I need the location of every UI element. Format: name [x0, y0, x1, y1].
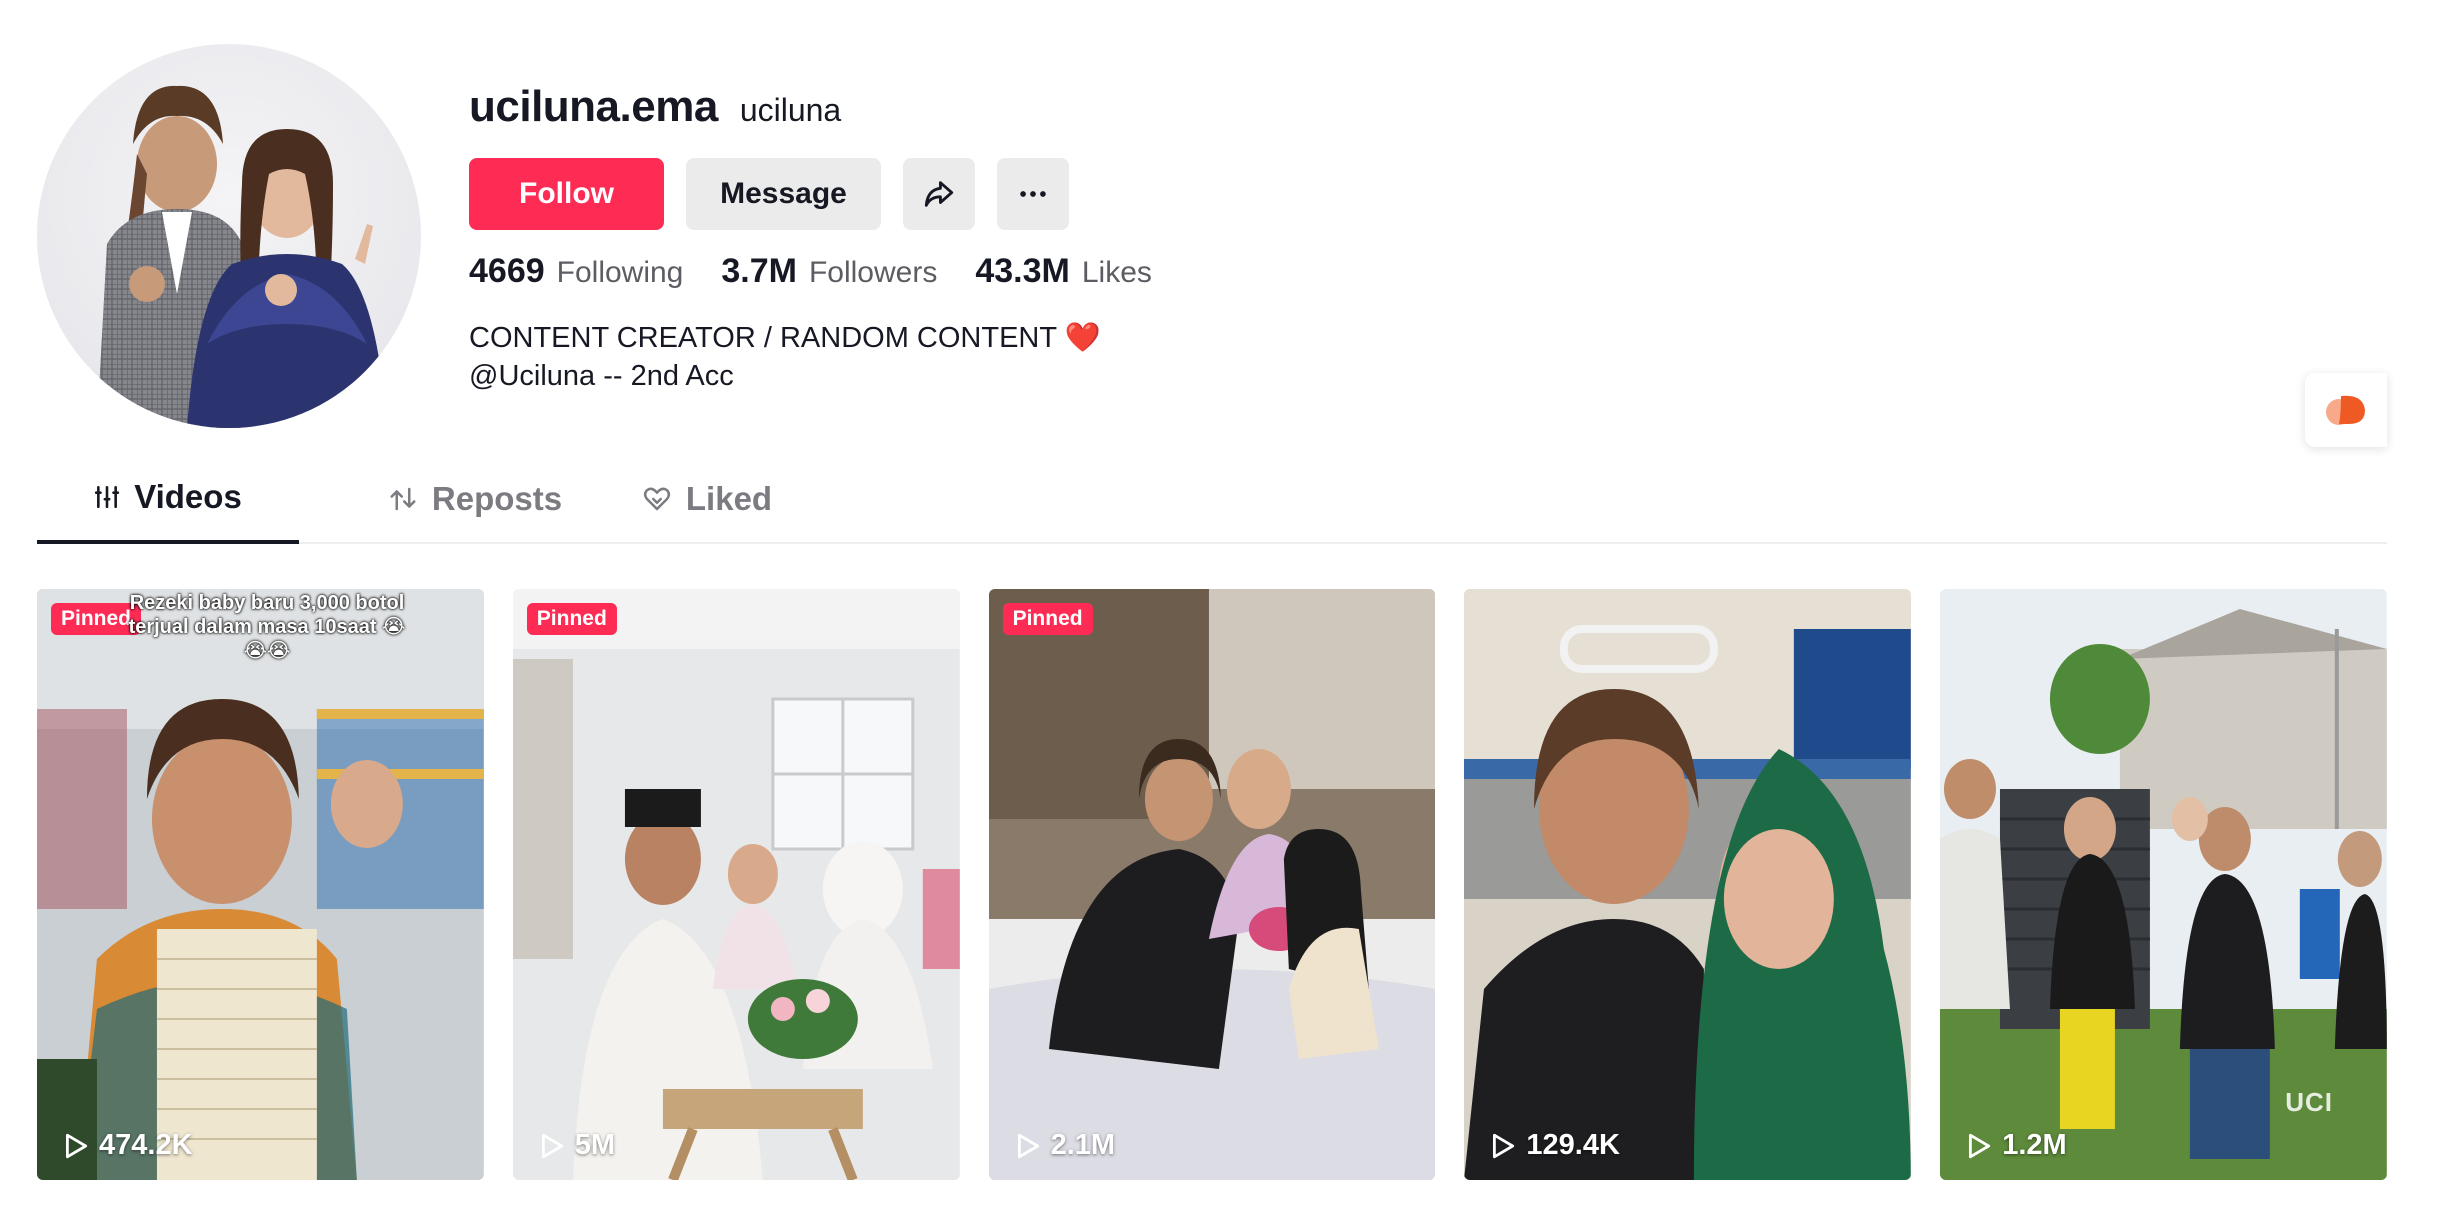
- tab-liked-label: Liked: [685, 480, 773, 517]
- video-card[interactable]: 129.4K: [1464, 589, 1912, 1180]
- view-count: 1.2M: [1966, 1129, 2067, 1162]
- video-caption-overlay: Rezeki baby baru 3,000 botol terjual dal…: [128, 592, 406, 662]
- likes-label: Likes: [1081, 256, 1152, 289]
- profile-actions: Follow Message: [469, 158, 1152, 230]
- video-card[interactable]: UCI 1.2M: [1940, 589, 2387, 1180]
- view-count: 129.4K: [1490, 1129, 1620, 1162]
- video-card[interactable]: Pinned 5M: [512, 589, 960, 1180]
- profile-avatar[interactable]: [37, 44, 421, 428]
- video-thumbnail: [988, 589, 1436, 1180]
- followers-count: 3.7M: [721, 252, 797, 290]
- followers-stat[interactable]: 3.7M Followers: [721, 252, 937, 291]
- play-icon: [1017, 1133, 1039, 1158]
- video-thumbnail: [1464, 589, 1912, 1180]
- share-icon: [924, 181, 954, 207]
- pinned-badge: Pinned: [1002, 603, 1093, 635]
- view-count: 2.1M: [1015, 1129, 1115, 1162]
- tab-liked[interactable]: Liked: [591, 466, 823, 544]
- more-icon: [1020, 191, 1046, 197]
- message-button[interactable]: Message: [686, 158, 881, 230]
- followers-label: Followers: [808, 256, 938, 289]
- profile-nickname: uciluna: [739, 92, 842, 128]
- more-options-button[interactable]: [997, 158, 1069, 230]
- profile-username: uciluna.ema: [469, 82, 718, 131]
- liked-heart-icon: [643, 487, 671, 511]
- play-icon: [1493, 1133, 1515, 1158]
- floating-widget[interactable]: [2305, 373, 2387, 447]
- video-card[interactable]: Pinned Rezeki baby baru 3,000 botol terj…: [37, 589, 484, 1180]
- profile-info: uciluna.ema uciluna Follow Message 4669 …: [469, 44, 1152, 395]
- profile-stats: 4669 Following 3.7M Followers 43.3M Like…: [469, 252, 1152, 291]
- video-card[interactable]: Pinned 2.1M: [988, 589, 1436, 1180]
- follow-button[interactable]: Follow: [469, 158, 664, 230]
- pinned-badge: Pinned: [526, 603, 617, 635]
- bio-line-2: @Uciluna -- 2nd Acc: [469, 360, 734, 392]
- play-icon: [65, 1133, 88, 1158]
- grid-icon: [95, 485, 120, 509]
- view-count-text: 5M: [574, 1129, 616, 1161]
- tab-videos[interactable]: Videos: [37, 466, 299, 544]
- bio-line-1: CONTENT CREATOR / RANDOM CONTENT ❤️: [469, 322, 1101, 354]
- chat-bubble-icon: [2326, 395, 2365, 425]
- likes-stat: 43.3M Likes: [975, 252, 1152, 291]
- video-watermark: UCI: [2285, 1087, 2333, 1117]
- view-count: 474.2K: [63, 1129, 193, 1162]
- share-button[interactable]: [903, 158, 975, 230]
- tab-reposts-label: Reposts: [431, 480, 563, 517]
- play-icon: [1969, 1133, 1991, 1158]
- view-count-text: 129.4K: [1526, 1129, 1620, 1161]
- tab-videos-label: Videos: [134, 478, 242, 515]
- tab-reposts[interactable]: Reposts: [359, 466, 591, 544]
- likes-count: 43.3M: [975, 252, 1070, 290]
- video-thumbnail: [37, 589, 484, 1180]
- video-thumbnail: [512, 589, 960, 1180]
- name-row: uciluna.ema uciluna: [469, 82, 1152, 132]
- view-count-text: 474.2K: [99, 1129, 193, 1161]
- profile-header: uciluna.ema uciluna Follow Message 4669 …: [37, 44, 2387, 447]
- following-count: 4669: [469, 252, 545, 290]
- view-count-text: 2.1M: [1050, 1129, 1116, 1161]
- profile-bio: CONTENT CREATOR / RANDOM CONTENT ❤️ @Uci…: [469, 319, 1152, 395]
- view-count-text: 1.2M: [2002, 1129, 2067, 1161]
- play-icon: [541, 1133, 563, 1158]
- profile-tabs: Videos Reposts Liked: [37, 466, 2387, 544]
- repost-icon: [390, 487, 416, 511]
- following-label: Following: [556, 256, 684, 289]
- following-stat[interactable]: 4669 Following: [469, 252, 683, 291]
- view-count: 5M: [539, 1129, 615, 1162]
- video-grid: Pinned Rezeki baby baru 3,000 botol terj…: [37, 589, 2387, 1180]
